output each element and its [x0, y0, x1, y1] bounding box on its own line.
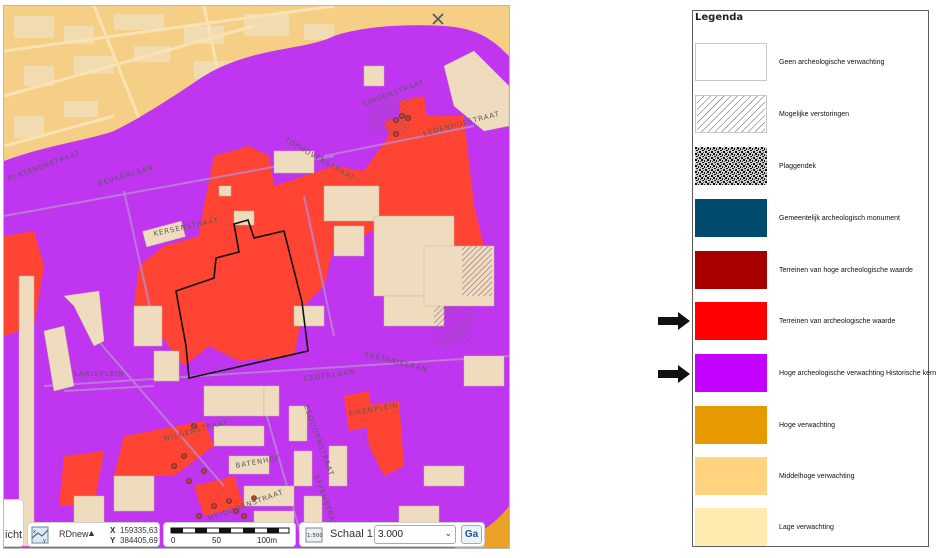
legend-swatch-plaggendek — [695, 147, 767, 185]
map-canvas[interactable]: BEUKENLAAN PLATANENSTRAAT KERSENSTRAAT T… — [4, 6, 509, 548]
crs-dropdown-arrow-icon[interactable]: ▲ — [87, 528, 96, 538]
legend-label-historische-kern: Hoge archeologische verwachting Historis… — [779, 370, 937, 377]
svg-text:y: y — [43, 538, 46, 544]
arrow-right-icon — [658, 312, 690, 330]
svg-text:x: x — [33, 529, 36, 535]
legend-swatch-hoge-verwachting — [695, 406, 767, 444]
scale-tick-1: 50 — [212, 536, 221, 545]
svg-text:LARIXPLEIN: LARIXPLEIN — [74, 370, 124, 378]
legend-label-verstoringen: Mogelijke verstoringen — [779, 111, 850, 118]
scale-label: Schaal 1: — [330, 528, 376, 540]
overview-label: icht — [5, 529, 23, 541]
legend-label-hoge-waarde: Terreinen van hoge archeologische waarde — [779, 267, 913, 274]
legend-title: Legenda — [695, 12, 744, 23]
scale-tick-0: 0 — [171, 536, 176, 545]
overview-toggle[interactable]: icht — [4, 499, 24, 547]
legend-swatch-hoge-waarde — [695, 251, 767, 289]
y-label: Y — [110, 536, 116, 545]
legend-label-geen: Geen archeologische verwachting — [779, 59, 885, 66]
scale-tick-2: 100m — [257, 536, 277, 545]
legend-swatch-monument — [695, 199, 767, 237]
scale-ratio-icon: 1:500 — [305, 527, 323, 543]
x-coordinate: 159335,63 — [120, 526, 158, 535]
coordinate-panel: x y RDnew ▲ X 159335,63 Y 384405,69 — [27, 522, 160, 547]
svg-text:1:500: 1:500 — [307, 533, 323, 539]
scale-bar-panel: 0 50 100m — [163, 522, 296, 547]
legend-swatch-lage — [695, 508, 767, 546]
chevron-down-icon: ⌄ — [444, 528, 452, 538]
map-grid-icon: x y — [31, 526, 49, 544]
legend-label-plaggendek: Plaggendek — [779, 163, 816, 170]
legend-label-lage: Lage verwachting — [779, 524, 834, 531]
legend-swatch-verstoringen — [695, 95, 767, 133]
legend-label-hoge-verwachting: Hoge verwachting — [779, 422, 836, 429]
y-coordinate: 384405,69 — [120, 536, 158, 545]
zoom-scale-panel: 1:500 Schaal 1: 3.000 ⌄ Ga — [299, 522, 485, 547]
legend-swatch-historische-kern — [695, 354, 767, 392]
scale-select[interactable]: 3.000 ⌄ — [374, 525, 456, 544]
arrow-right-icon — [658, 365, 690, 383]
crs-select[interactable]: RDnew — [59, 529, 89, 539]
legend-label-monument: Gemeentelijk archeologisch monument — [779, 215, 901, 222]
map-view[interactable]: BEUKENLAAN PLATANENSTRAAT KERSENSTRAAT T… — [3, 5, 510, 549]
close-icon[interactable] — [431, 12, 445, 26]
legend-swatch-geen — [695, 43, 767, 81]
go-button[interactable]: Ga — [461, 525, 482, 544]
scale-bar: 0 50 100m — [170, 527, 290, 545]
legend-swatch-middelhoge — [695, 457, 767, 495]
legend-panel: Legenda Geen archeologische verwachting … — [692, 10, 936, 547]
legend-label-middelhoge: Middelhoge verwachting — [779, 473, 855, 480]
legend-label-waarde: Terreinen van archeologische waarde — [779, 318, 896, 325]
scale-value: 3.000 — [378, 529, 404, 540]
legend-swatch-waarde — [695, 302, 767, 340]
x-label: X — [110, 526, 116, 535]
